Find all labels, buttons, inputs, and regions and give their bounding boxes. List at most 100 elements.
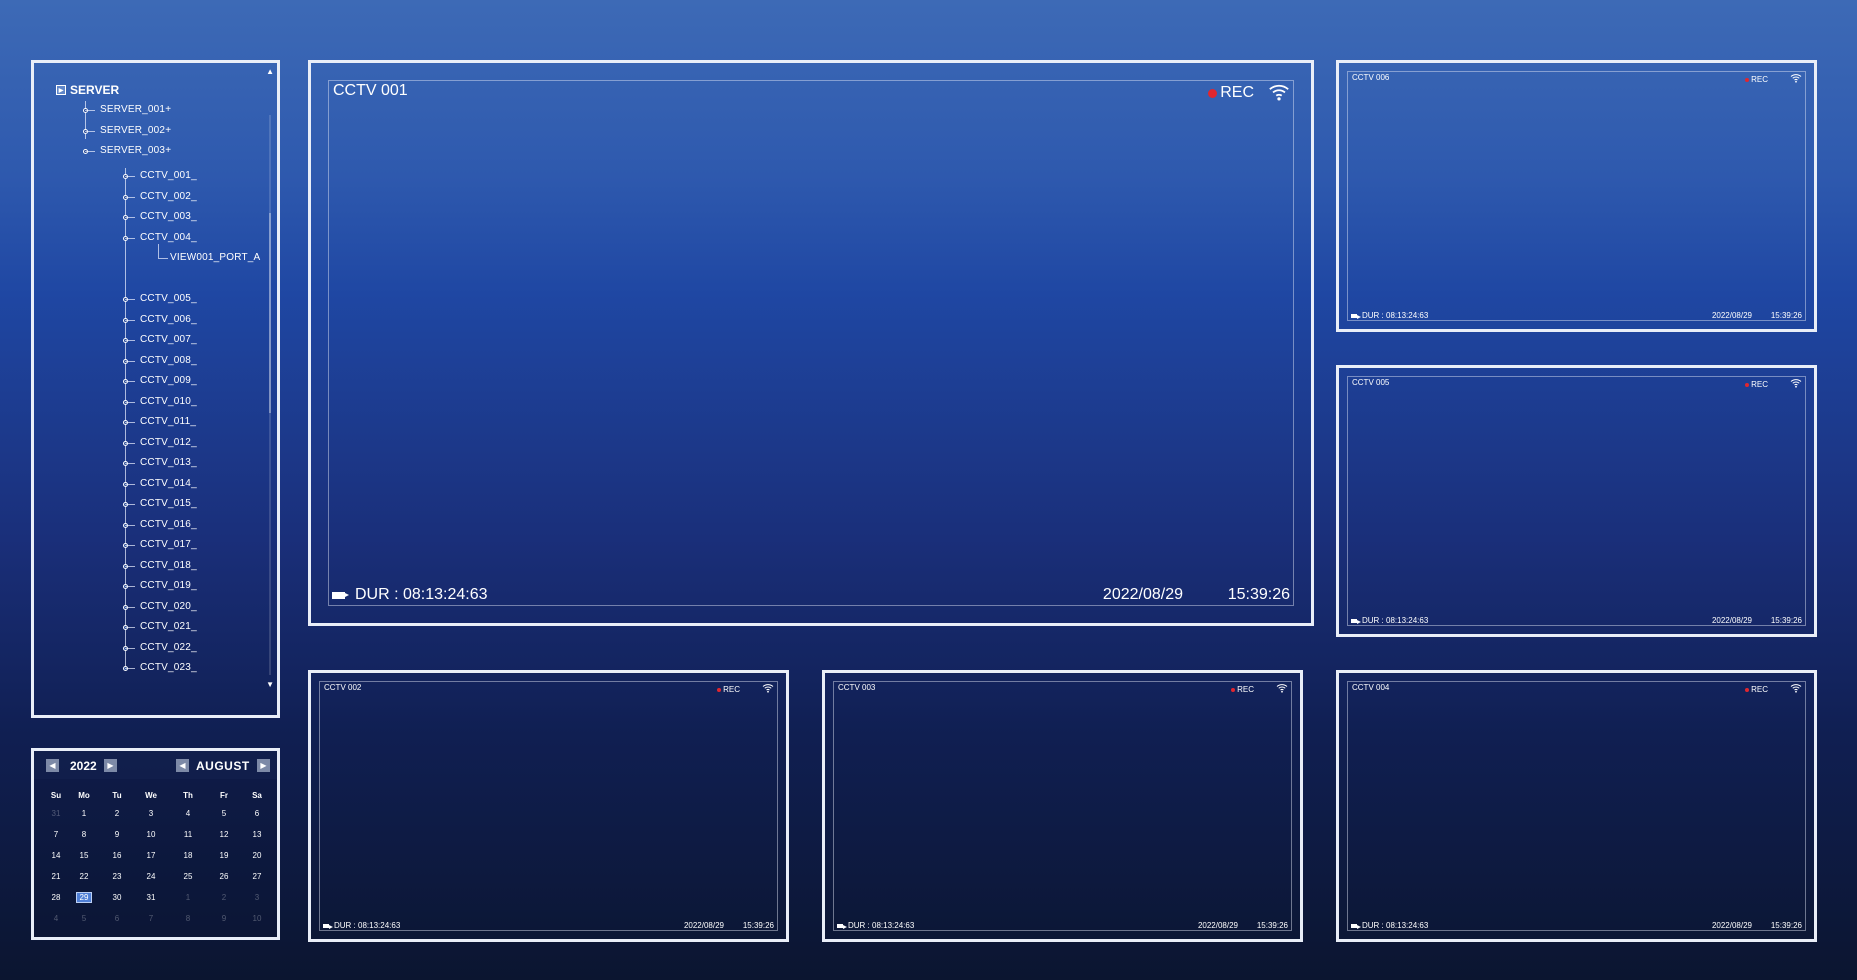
rec-label: REC: [1751, 685, 1768, 694]
scroll-down-icon[interactable]: ▼: [266, 680, 274, 689]
calendar-day[interactable]: 10: [243, 914, 271, 923]
tree-item-cctv[interactable]: CCTV_013_: [140, 457, 197, 468]
tree-root-label: SERVER: [70, 83, 120, 97]
year-next-button[interactable]: ▶: [104, 759, 117, 772]
calendar-day[interactable]: 7: [137, 914, 165, 923]
camera-view-main[interactable]: CCTV 001 REC DUR : 08:13:24:63 2022/08/29 15…: [308, 60, 1314, 626]
tree-item-cctv[interactable]: CCTV_009_: [140, 375, 197, 386]
calendar-day[interactable]: 8: [174, 914, 202, 923]
wifi-icon: [762, 684, 774, 693]
tree-connector: [125, 483, 135, 485]
calendar-day[interactable]: 8: [70, 830, 98, 839]
video-camera-icon: [837, 923, 847, 929]
rec-label: REC: [1751, 380, 1768, 389]
tree-item-cctv[interactable]: CCTV_005_: [140, 293, 197, 304]
calendar-day[interactable]: 11: [174, 830, 202, 839]
tree-item-server[interactable]: SERVER_001+: [100, 104, 171, 115]
tree-connector: [125, 340, 135, 341]
calendar-day[interactable]: 31: [137, 893, 165, 902]
calendar-day[interactable]: 21: [42, 872, 70, 881]
calendar-day[interactable]: 19: [210, 851, 238, 860]
tree-item-cctv[interactable]: CCTV_011_: [140, 416, 196, 427]
camera-view-cam006[interactable]: CCTV 006 REC DUR : 08:13:24:63 2022/08/29 15…: [1336, 60, 1817, 332]
tree-item-cctv[interactable]: CCTV_008_: [140, 355, 197, 366]
month-prev-button[interactable]: ◀: [176, 759, 189, 772]
calendar-day[interactable]: 22: [70, 872, 98, 881]
camera-date: 2022/08/29: [1711, 921, 1752, 930]
calendar-day[interactable]: 18: [174, 851, 202, 860]
calendar-day[interactable]: 31: [42, 809, 70, 818]
camera-time: 15:39:26: [742, 921, 774, 930]
tree-item-cctv[interactable]: CCTV_012_: [140, 437, 197, 448]
record-dot-icon: [1745, 77, 1750, 82]
scroll-up-icon[interactable]: ▲: [266, 67, 274, 76]
camera-view-cam002[interactable]: CCTV 002 REC DUR : 08:13:24:63 2022/08/29 15…: [308, 670, 789, 942]
calendar-day[interactable]: 30: [103, 893, 131, 902]
calendar-day[interactable]: 6: [243, 809, 271, 818]
calendar-day[interactable]: 24: [137, 872, 165, 881]
duration-text: DUR : 08:13:24:63: [1362, 311, 1429, 320]
rec-label: REC: [1237, 685, 1254, 694]
calendar-day[interactable]: 1: [174, 893, 202, 902]
rec-indicator: REC: [1745, 75, 1768, 84]
calendar-day[interactable]: 12: [210, 830, 238, 839]
calendar-day[interactable]: 2: [210, 893, 238, 902]
tree-item-cctv[interactable]: CCTV_020_: [140, 601, 197, 612]
tree-item-cctv[interactable]: CCTV_023_: [140, 662, 197, 673]
calendar-day[interactable]: 27: [243, 872, 271, 881]
tree-root[interactable]: ▶ SERVER: [56, 83, 119, 97]
calendar-day[interactable]: 26: [210, 872, 238, 881]
calendar-day[interactable]: 16: [103, 851, 131, 860]
tree-item-cctv[interactable]: CCTV_003_: [140, 211, 197, 222]
calendar-day[interactable]: 14: [42, 851, 70, 860]
calendar-day[interactable]: 25: [174, 872, 202, 881]
tree-item-cctv[interactable]: CCTV_019_: [140, 580, 197, 591]
calendar-day[interactable]: 4: [42, 914, 70, 923]
calendar-day[interactable]: 29: [70, 892, 98, 903]
calendar-day[interactable]: 5: [210, 809, 238, 818]
tree-item-cctv[interactable]: CCTV_018_: [140, 560, 197, 571]
video-camera-icon: [1351, 923, 1361, 929]
selected-day[interactable]: 29: [75, 892, 93, 903]
calendar-day[interactable]: 6: [103, 914, 131, 923]
tree-item-cctv[interactable]: CCTV_002_: [140, 191, 197, 202]
camera-view-cam005[interactable]: CCTV 005 REC DUR : 08:13:24:63 2022/08/29 15…: [1336, 365, 1817, 637]
tree-item-cctv[interactable]: CCTV_004_: [140, 232, 197, 243]
tree-item-cctv[interactable]: CCTV_017_: [140, 539, 197, 550]
year-prev-button[interactable]: ◀: [46, 759, 59, 772]
calendar-day[interactable]: 15: [70, 851, 98, 860]
tree-item-cctv[interactable]: CCTV_001_: [140, 170, 197, 181]
calendar-day[interactable]: 10: [137, 830, 165, 839]
month-next-button[interactable]: ▶: [257, 759, 270, 772]
calendar-day[interactable]: 2: [103, 809, 131, 818]
calendar-day[interactable]: 3: [243, 893, 271, 902]
camera-view-cam003[interactable]: CCTV 003 REC DUR : 08:13:24:63 2022/08/29 15…: [822, 670, 1303, 942]
tree-item-server[interactable]: SERVER_003+: [100, 145, 171, 156]
calendar-day[interactable]: 7: [42, 830, 70, 839]
video-camera-icon: [1351, 618, 1361, 624]
calendar-day[interactable]: 5: [70, 914, 98, 923]
tree-connector: [125, 565, 135, 567]
tree-item-port[interactable]: VIEW001_PORT_A: [170, 252, 260, 263]
calendar-day[interactable]: 4: [174, 809, 202, 818]
calendar-day[interactable]: 20: [243, 851, 271, 860]
tree-item-cctv[interactable]: CCTV_007_: [140, 334, 197, 345]
tree-item-cctv[interactable]: CCTV_015_: [140, 498, 197, 509]
calendar-day[interactable]: 1: [70, 809, 98, 818]
tree-item-cctv[interactable]: CCTV_022_: [140, 642, 197, 653]
calendar-day[interactable]: 13: [243, 830, 271, 839]
calendar-day[interactable]: 3: [137, 809, 165, 818]
scrollbar-thumb[interactable]: [269, 213, 271, 413]
calendar-day[interactable]: 9: [210, 914, 238, 923]
tree-item-cctv[interactable]: CCTV_010_: [140, 396, 197, 407]
calendar-day[interactable]: 23: [103, 872, 131, 881]
calendar-day[interactable]: 28: [42, 893, 70, 902]
camera-view-cam004[interactable]: CCTV 004 REC DUR : 08:13:24:63 2022/08/29 15…: [1336, 670, 1817, 942]
tree-item-cctv[interactable]: CCTV_021_: [140, 621, 197, 632]
calendar-day[interactable]: 9: [103, 830, 131, 839]
tree-item-cctv[interactable]: CCTV_016_: [140, 519, 197, 530]
tree-item-server[interactable]: SERVER_002+: [100, 125, 171, 136]
calendar-day[interactable]: 17: [137, 851, 165, 860]
tree-item-cctv[interactable]: CCTV_006_: [140, 314, 197, 325]
tree-item-cctv[interactable]: CCTV_014_: [140, 478, 197, 489]
